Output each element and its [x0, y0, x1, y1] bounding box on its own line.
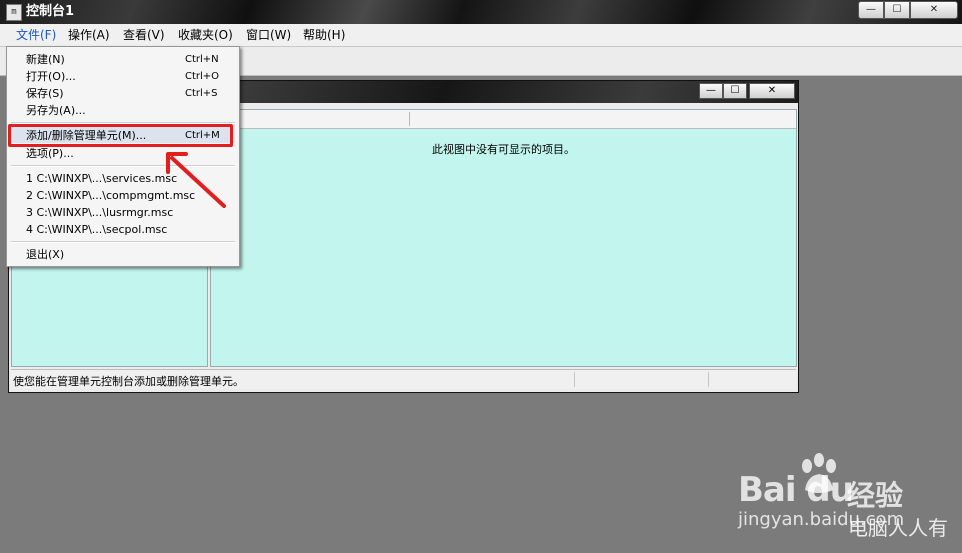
annotation-arrow: [166, 152, 226, 208]
window-title: 控制台1: [26, 4, 75, 19]
menu-item-save-as[interactable]: 另存为(A)...: [26, 104, 86, 117]
annotation-highlight-box: [8, 124, 233, 147]
maximize-button[interactable]: ☐: [884, 1, 910, 19]
menu-window[interactable]: 窗口(W): [246, 28, 291, 42]
recent-file-3[interactable]: 3 C:\WINXP\...\lusrmgr.msc: [26, 206, 173, 219]
menu-item-open[interactable]: 打开(O)...: [26, 70, 76, 83]
watermark-logo: Bai du: [738, 470, 854, 510]
menu-help[interactable]: 帮助(H): [303, 28, 345, 42]
column-divider[interactable]: [409, 112, 410, 126]
menu-file[interactable]: 文件(F): [16, 28, 56, 42]
watermark-author: 电脑人人有: [848, 516, 948, 540]
empty-view-message: 此视图中没有可显示的项目。: [432, 143, 575, 156]
child-minimize-button[interactable]: —: [699, 83, 723, 99]
menu-separator: [11, 241, 235, 243]
title-bar: m 控制台1 — ☐ ✕: [0, 0, 962, 24]
menu-item-options[interactable]: 选项(P)...: [26, 147, 74, 160]
menu-item-exit[interactable]: 退出(X): [26, 248, 64, 261]
menu-view[interactable]: 查看(V): [123, 28, 165, 42]
status-text: 使您能在管理单元控制台添加或删除管理单元。: [13, 375, 244, 388]
status-bar: 使您能在管理单元控制台添加或删除管理单元。: [11, 369, 796, 389]
shortcut-open: Ctrl+O: [185, 71, 220, 82]
console-icon: m: [6, 4, 22, 21]
shortcut-new: Ctrl+N: [185, 54, 219, 65]
status-divider: [574, 372, 575, 387]
status-divider: [708, 372, 709, 387]
close-button[interactable]: ✕: [910, 1, 958, 19]
column-header[interactable]: [211, 110, 796, 129]
menu-favorites[interactable]: 收藏夹(O): [178, 28, 233, 42]
shortcut-save: Ctrl+S: [185, 88, 218, 99]
menu-bar: 文件(F) 操作(A) 查看(V) 收藏夹(O) 窗口(W) 帮助(H): [0, 24, 962, 47]
minimize-button[interactable]: —: [858, 1, 884, 19]
details-pane[interactable]: 此视图中没有可显示的项目。: [210, 109, 797, 367]
recent-file-4[interactable]: 4 C:\WINXP\...\secpol.msc: [26, 223, 167, 236]
menu-item-new[interactable]: 新建(N): [26, 53, 65, 66]
menu-item-save[interactable]: 保存(S): [26, 87, 64, 100]
watermark-brand: 经验: [847, 479, 904, 512]
child-close-button[interactable]: ✕: [749, 83, 795, 99]
child-maximize-button[interactable]: ☐: [723, 83, 747, 99]
recent-file-1[interactable]: 1 C:\WINXP\...\services.msc: [26, 172, 177, 185]
menu-action[interactable]: 操作(A): [68, 28, 110, 42]
